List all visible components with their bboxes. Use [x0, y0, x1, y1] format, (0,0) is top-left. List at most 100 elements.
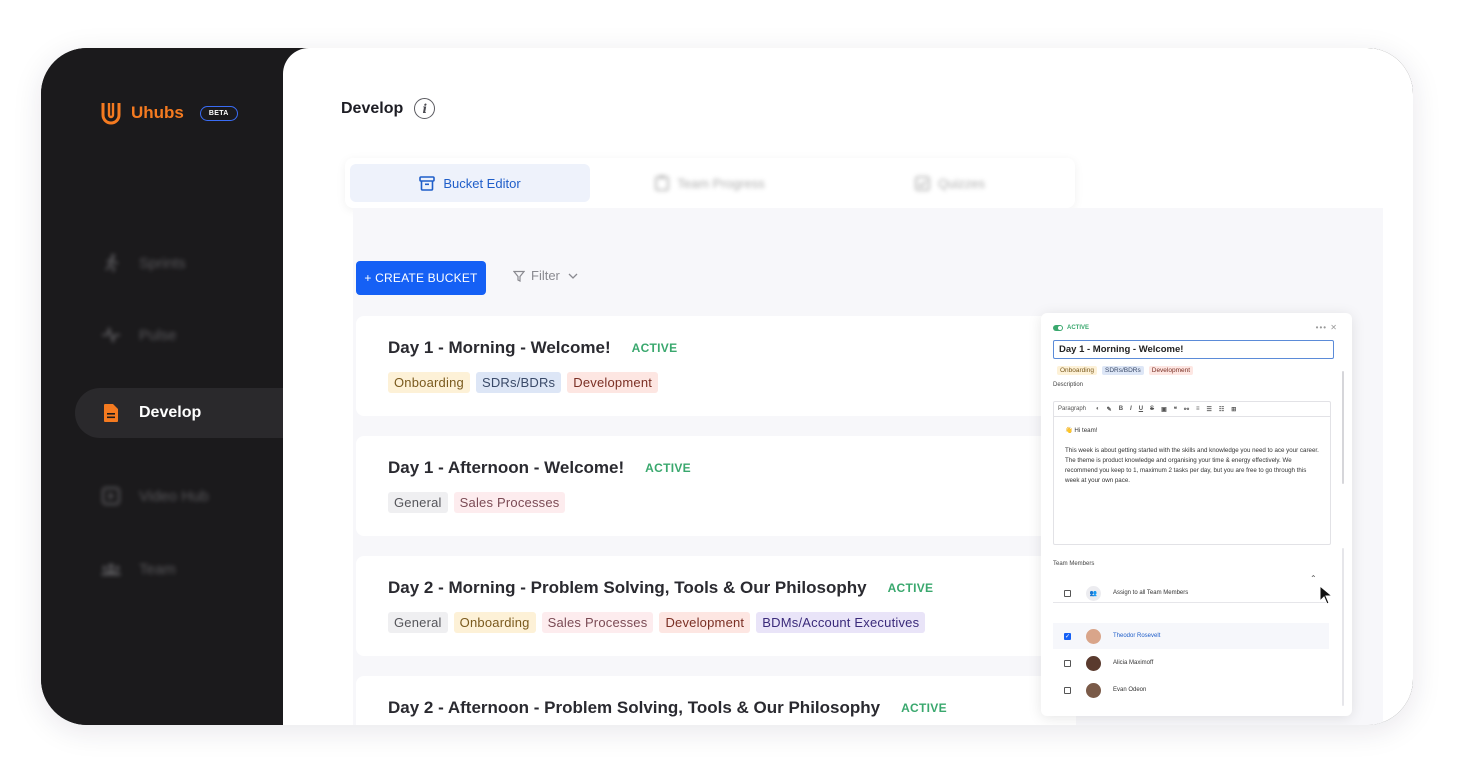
active-toggle[interactable] — [1053, 325, 1063, 331]
member-row[interactable]: Evan Odeon — [1053, 677, 1329, 703]
member-name: Evan Odeon — [1113, 687, 1147, 693]
member-checkbox[interactable] — [1064, 686, 1071, 694]
filter-dropdown[interactable]: Filter — [513, 268, 578, 283]
member-checkbox[interactable]: ✓ — [1064, 632, 1071, 640]
assign-all-checkbox[interactable] — [1064, 589, 1071, 597]
sidebar-item-pulse[interactable]: Pulse — [75, 310, 283, 360]
logo: Uhubs BETA — [99, 100, 238, 126]
chevron-up-icon[interactable]: ⌃ — [1310, 574, 1317, 583]
tag: Development — [1148, 366, 1194, 375]
info-icon[interactable]: i — [414, 98, 436, 119]
filter-icon — [513, 270, 525, 282]
tag: Development — [567, 372, 659, 393]
team-members-label: Team Members — [1053, 561, 1095, 567]
sidebar-item-team[interactable]: Team — [75, 544, 283, 594]
tag-list: General Sales Processes — [388, 492, 571, 513]
pulse-icon — [101, 325, 121, 345]
bucket-title: Day 1 - Morning - Welcome! — [388, 338, 611, 357]
beta-badge: BETA — [199, 105, 238, 121]
member-checkbox[interactable] — [1064, 659, 1071, 667]
tag: Onboarding — [453, 612, 536, 633]
bucket-title: Day 2 - Morning - Problem Solving, Tools… — [388, 578, 867, 597]
sidebar-item-label: Pulse — [139, 326, 177, 344]
member-name: Theodor Rosevelt — [1113, 633, 1161, 639]
description-label: Description — [1053, 382, 1084, 388]
member-row[interactable]: Alicia Maximoff — [1053, 650, 1329, 676]
panel-status-label: ACTIVE — [1067, 325, 1090, 331]
bucket-title-input[interactable]: Day 1 - Morning - Welcome! — [1053, 340, 1334, 359]
tag-list: General Onboarding Sales Processes Devel… — [388, 612, 931, 633]
editor-body[interactable]: 👋 Hi team! This week is about getting st… — [1054, 417, 1330, 495]
sidebar-item-video-hub[interactable]: Video Hub — [75, 471, 283, 521]
tab-quizzes[interactable]: Quizzes — [830, 164, 1070, 202]
tag: Onboarding — [1057, 366, 1097, 375]
highlight-icon[interactable]: ✎ — [1107, 406, 1112, 413]
page-title: Develop i — [341, 98, 436, 119]
bucket-card[interactable]: Day 1 - Afternoon - Welcome! ACTIVE Gene… — [356, 436, 1076, 536]
divider — [1053, 602, 1329, 603]
panel-actions[interactable]: ••• ✕ — [1316, 323, 1338, 332]
tag: Onboarding — [388, 372, 470, 393]
member-row[interactable]: ✓ Theodor Rosevelt — [1053, 623, 1329, 649]
bullet-list-icon[interactable]: ☰ — [1207, 406, 1212, 413]
tab-label: Bucket Editor — [443, 175, 521, 191]
sidebar: Uhubs BETA Sprints Pulse Develop Video H… — [41, 48, 283, 725]
underline-button[interactable]: U — [1139, 406, 1143, 412]
numbered-list-icon[interactable]: ☷ — [1219, 406, 1224, 413]
paragraph-select[interactable]: Paragraph — [1058, 406, 1086, 412]
tag: BDMs/Account Executives — [756, 612, 926, 633]
group-icon: 👥 — [1086, 585, 1101, 601]
link-icon[interactable]: ⚯ — [1184, 406, 1189, 413]
bold-button[interactable]: B — [1119, 406, 1123, 412]
tab-team-progress[interactable]: Team Progress — [590, 164, 830, 202]
sidebar-item-sprints[interactable]: Sprints — [75, 238, 283, 288]
document-icon — [101, 403, 121, 423]
chevron-down-icon — [568, 273, 578, 279]
tag-list: Onboarding SDRs/BDRs Development — [388, 372, 664, 393]
bucket-title: Day 2 - Afternoon - Problem Solving, Too… — [388, 698, 881, 717]
text-color-icon[interactable]: ◐ — [1096, 406, 1100, 412]
image-icon[interactable]: ▣ — [1161, 406, 1167, 413]
create-bucket-button[interactable]: + CREATE BUCKET — [356, 261, 486, 295]
tag: SDRs/BDRs — [1101, 366, 1144, 375]
panel-status[interactable]: ACTIVE — [1053, 325, 1089, 331]
description-editor[interactable]: Paragraph ◐ ✎ B I U S ▣ ❝ ⚯ ≡ ☰ ☷ ⊞ 👋 Hi — [1053, 401, 1331, 545]
status-badge: ACTIVE — [901, 701, 947, 715]
filter-label: Filter — [531, 268, 560, 283]
sidebar-item-develop[interactable]: Develop — [75, 388, 283, 438]
member-name: Alicia Maximoff — [1113, 660, 1154, 666]
sidebar-item-label: Develop — [139, 404, 202, 421]
strikethrough-button[interactable]: S — [1150, 406, 1154, 412]
main-content: Develop i Bucket Editor Team Progress Qu… — [283, 48, 1413, 725]
clipboard-icon — [655, 175, 670, 191]
table-icon[interactable]: ⊞ — [1231, 406, 1236, 413]
sidebar-item-label: Team — [139, 560, 176, 578]
team-icon — [101, 559, 121, 579]
mouse-cursor-icon — [1319, 585, 1334, 605]
sidebar-item-label: Sprints — [139, 254, 186, 272]
bucket-card[interactable]: Day 1 - Morning - Welcome! ACTIVE Onboar… — [356, 316, 1076, 416]
align-icon[interactable]: ≡ — [1196, 406, 1200, 412]
uhubs-logo-icon — [101, 103, 121, 125]
italic-button[interactable]: I — [1130, 406, 1132, 412]
sidebar-item-label: Video Hub — [139, 487, 209, 505]
editor-greeting: 👋 Hi team! — [1065, 427, 1098, 434]
app-window: Uhubs BETA Sprints Pulse Develop Video H… — [41, 48, 1413, 725]
bucket-card[interactable]: Day 2 - Afternoon - Problem Solving, Too… — [356, 676, 1076, 725]
avatar — [1086, 682, 1101, 698]
tag: Development — [659, 612, 751, 633]
panel-scrollbar[interactable] — [1342, 371, 1344, 484]
tag: Sales Processes — [541, 612, 654, 633]
quote-icon[interactable]: ❝ — [1174, 406, 1177, 413]
tag: General — [388, 492, 448, 513]
tab-bucket-editor[interactable]: Bucket Editor — [350, 164, 590, 202]
editor-toolbar: Paragraph ◐ ✎ B I U S ▣ ❝ ⚯ ≡ ☰ ☷ ⊞ — [1054, 402, 1330, 417]
tab-bar: Bucket Editor Team Progress Quizzes — [345, 158, 1075, 208]
status-badge: ACTIVE — [645, 461, 691, 475]
bucket-card[interactable]: Day 2 - Morning - Problem Solving, Tools… — [356, 556, 1076, 656]
members-scrollbar[interactable] — [1342, 548, 1344, 706]
editor-text: This week is about getting started with … — [1065, 447, 1319, 484]
avatar — [1086, 655, 1101, 671]
assign-all-label: Assign to all Team Members — [1113, 590, 1189, 596]
avatar — [1086, 628, 1101, 644]
